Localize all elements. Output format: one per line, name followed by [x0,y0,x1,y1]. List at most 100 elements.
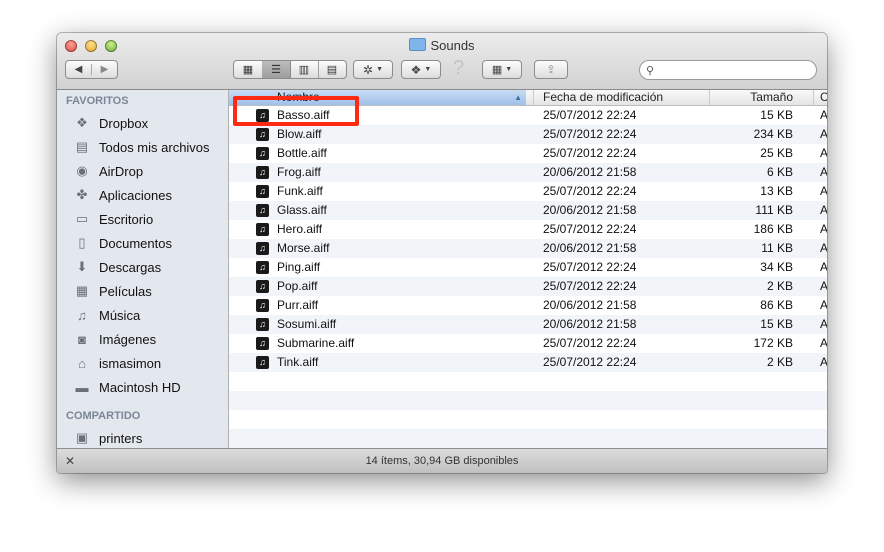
disk-icon: ▬ [75,379,89,395]
file-list: Nombre ▲ Fecha de modificación Tamaño C … [229,90,827,448]
sidebar-item-label: Todos mis archivos [99,139,210,155]
audio-file-icon: ♫ [256,356,269,369]
file-size: 11 KB [761,241,793,255]
file-row[interactable]: ♫ Blow.aiff 25/07/2012 22:24 234 KB A [229,125,827,144]
file-row[interactable]: ♫ Funk.aiff 25/07/2012 22:24 13 KB A [229,182,827,201]
file-size: 34 KB [760,260,793,274]
file-row[interactable]: ♫ Pop.aiff 25/07/2012 22:24 2 KB A [229,277,827,296]
forward-arrow-icon[interactable]: ▶ [92,64,117,75]
file-kind: A [820,203,827,217]
sidebar-item-escritorio[interactable]: ▭ Escritorio [73,208,153,230]
sidebar-item-descargas[interactable]: ⬇ Descargas [73,256,162,278]
downloads-icon: ⬇ [76,259,88,274]
help-icon[interactable]: ? [453,57,464,80]
sidebar-item-documentos[interactable]: ▯ Documentos [73,232,172,254]
file-row[interactable]: ♫ Sosumi.aiff 20/06/2012 21:58 15 KB A [229,315,827,334]
home-icon: ⌂ [78,355,86,371]
file-size: 86 KB [760,298,793,312]
empty-row [229,410,827,429]
audio-file-icon: ♫ [256,261,269,274]
sidebar-item-label: Aplicaciones [99,187,172,203]
sidebar-item-dropbox[interactable]: ❖ Dropbox [73,112,148,134]
share-button[interactable]: ⇪ [534,60,568,79]
audio-file-icon: ♫ [256,280,269,293]
titlebar: Sounds ◀ ▶ ▦ ☰ ▥ ▤ ✲ ▼ ❖ ▼ ? ▦ ▼ ⇪ ⚲ [57,33,827,90]
file-size: 234 KB [753,127,793,141]
empty-row [229,429,827,448]
file-name: Blow.aiff [277,127,322,141]
sidebar-item-label: Películas [99,283,152,299]
sidebar-item-airdrop[interactable]: ◉ AirDrop [73,160,143,182]
window-title-area: Sounds [57,38,827,53]
file-date: 20/06/2012 21:58 [543,317,637,331]
back-arrow-icon[interactable]: ◀ [66,64,92,75]
file-row[interactable]: ♫ Purr.aiff 20/06/2012 21:58 86 KB A [229,296,827,315]
sidebar-item-printers[interactable]: ▣ printers [73,427,143,448]
audio-file-icon: ♫ [256,337,269,350]
file-date: 25/07/2012 22:24 [543,108,637,122]
empty-row [229,391,827,410]
share-icon: ⇪ [546,64,556,76]
dropbox-menu-button[interactable]: ❖ ▼ [401,60,441,79]
search-field[interactable]: ⚲ [639,60,817,80]
file-size: 2 KB [766,355,793,369]
airdrop-icon: ◉ [76,163,88,178]
sidebar-item-label: ismasimon [99,355,162,371]
sidebar-item-pel-culas[interactable]: ▦ Películas [73,280,152,302]
file-row[interactable]: ♫ Hero.aiff 25/07/2012 22:24 186 KB A [229,220,827,239]
file-row[interactable]: ♫ Bottle.aiff 25/07/2012 22:24 25 KB A [229,144,827,163]
file-row[interactable]: ♫ Glass.aiff 20/06/2012 21:58 111 KB A [229,201,827,220]
sidebar-section-favorites: FAVORITOS [66,95,129,107]
file-row[interactable]: ♫ Frog.aiff 20/06/2012 21:58 6 KB A [229,163,827,182]
file-date: 20/06/2012 21:58 [543,165,637,179]
sort-ascending-icon: ▲ [514,93,522,102]
file-row[interactable]: ♫ Tink.aiff 25/07/2012 22:24 2 KB A [229,353,827,372]
sidebar-item-aplicaciones[interactable]: ✤ Aplicaciones [73,184,172,206]
audio-file-icon: ♫ [256,147,269,160]
file-date: 25/07/2012 22:24 [543,260,637,274]
dropbox-icon: ❖ [76,115,88,130]
view-mode-switcher: ▦ ☰ ▥ ▤ [233,60,347,79]
icon-view-icon[interactable]: ▦ [234,61,263,78]
file-date: 20/06/2012 21:58 [543,298,637,312]
file-date: 25/07/2012 22:24 [543,222,637,236]
sidebar-item-ismasimon[interactable]: ⌂ ismasimon [73,352,161,374]
file-name: Glass.aiff [277,203,327,217]
file-date: 25/07/2012 22:24 [543,146,637,160]
column-header-date[interactable]: Fecha de modificación [533,90,709,105]
file-kind: A [820,279,827,293]
sidebar-item-m-sica[interactable]: ♫ Música [73,304,140,326]
sidebar-item-todos-mis-archivos[interactable]: ▤ Todos mis archivos [73,136,210,158]
sidebar-item-label: AirDrop [99,163,144,179]
audio-file-icon: ♫ [256,242,269,255]
file-name: Bottle.aiff [277,146,327,160]
file-name: Tink.aiff [277,355,319,369]
file-row[interactable]: ♫ Ping.aiff 25/07/2012 22:24 34 KB A [229,258,827,277]
column-header-kind[interactable]: C [813,90,827,105]
file-name: Pop.aiff [277,279,318,293]
all-files-icon: ▤ [75,139,89,154]
window-title: Sounds [430,38,475,53]
file-row[interactable]: ♫ Morse.aiff 20/06/2012 21:58 11 KB A [229,239,827,258]
audio-file-icon: ♫ [256,223,269,236]
audio-file-icon: ♫ [256,128,269,141]
sidebar-item-macintosh-hd[interactable]: ▬ Macintosh HD [73,376,181,398]
list-view-icon[interactable]: ☰ [262,61,291,78]
file-row[interactable]: ♫ Submarine.aiff 25/07/2012 22:24 172 KB A [229,334,827,353]
sidebar-item-label: Dropbox [99,115,149,131]
highlight-annotation-box [233,96,359,126]
file-date: 20/06/2012 21:58 [543,203,637,217]
file-size: 172 KB [753,336,793,350]
audio-file-icon: ♫ [256,299,269,312]
file-kind: A [820,146,827,160]
computer-icon: ▣ [75,430,89,445]
file-kind: A [820,355,827,369]
sidebar-item-im-genes[interactable]: ◙ Imágenes [73,328,156,350]
column-header-size[interactable]: Tamaño [709,90,807,105]
coverflow-view-icon[interactable]: ▤ [318,61,346,78]
column-view-icon[interactable]: ▥ [290,61,319,78]
action-menu-button[interactable]: ✲ ▼ [353,60,393,79]
arrange-menu-button[interactable]: ▦ ▼ [482,60,522,79]
sidebar-item-label: printers [99,430,143,446]
file-kind: A [820,165,827,179]
